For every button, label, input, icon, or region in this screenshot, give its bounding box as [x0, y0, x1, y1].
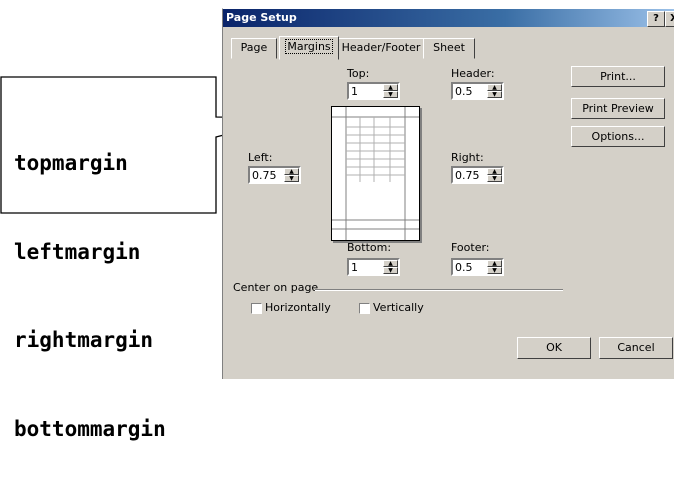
footer-margin-value: 0.5: [455, 261, 473, 274]
right-margin-spinner[interactable]: 0.75 ▲ ▼: [451, 166, 504, 184]
header-margin-spinner[interactable]: 0.5 ▲ ▼: [451, 82, 504, 100]
print-button[interactable]: Print...: [571, 66, 665, 87]
callout-line: rightmargin: [14, 328, 154, 352]
spin-down-icon[interactable]: ▼: [383, 91, 398, 98]
tab-margins[interactable]: Margins: [279, 36, 339, 60]
spin-up-icon[interactable]: ▲: [487, 168, 502, 175]
center-on-page-label: Center on page: [233, 281, 319, 294]
vertically-label[interactable]: Vertically: [373, 301, 424, 314]
callout-line: bottommargin: [14, 416, 166, 441]
bottom-margin-value: 1: [351, 261, 358, 274]
left-margin-value: 0.75: [252, 169, 277, 182]
bottom-label: Bottom:: [347, 241, 392, 254]
bottom-margin-spinner[interactable]: 1 ▲ ▼: [347, 258, 400, 276]
header-margin-value: 0.5: [455, 85, 473, 98]
spin-down-icon[interactable]: ▼: [487, 267, 502, 274]
tab-label: Header/Footer: [341, 41, 421, 54]
vertically-checkbox[interactable]: [359, 303, 370, 314]
callout-line: topmargin: [14, 151, 128, 175]
page-setup-dialog: Page Setup ? X Page Margins Header/Foote…: [222, 8, 674, 379]
tab-label: Page: [240, 41, 268, 54]
header-label: Header:: [451, 67, 495, 80]
left-label: Left:: [248, 151, 273, 164]
spin-down-icon[interactable]: ▼: [284, 175, 299, 182]
footer-label: Footer:: [451, 241, 490, 254]
ok-button[interactable]: OK: [517, 337, 591, 359]
page-preview: [331, 106, 420, 241]
top-label: Top:: [347, 67, 370, 80]
print-preview-button[interactable]: Print Preview: [571, 98, 665, 119]
spin-down-icon[interactable]: ▼: [383, 267, 398, 274]
cancel-button[interactable]: Cancel: [599, 337, 673, 359]
right-label: Right:: [451, 151, 484, 164]
spin-down-icon[interactable]: ▼: [487, 91, 502, 98]
tab-header-footer[interactable]: Header/Footer: [337, 38, 425, 59]
horizontally-label[interactable]: Horizontally: [265, 301, 331, 314]
left-margin-spinner[interactable]: 0.75 ▲ ▼: [248, 166, 301, 184]
close-button[interactable]: X: [665, 11, 674, 27]
top-margin-spinner[interactable]: 1 ▲ ▼: [347, 82, 400, 100]
spin-up-icon[interactable]: ▲: [487, 84, 502, 91]
help-button[interactable]: ?: [647, 11, 665, 27]
title-bar: Page Setup ? X: [223, 9, 674, 27]
tab-page[interactable]: Page: [231, 38, 277, 59]
group-separator: [315, 289, 563, 291]
top-margin-value: 1: [351, 85, 358, 98]
options-button[interactable]: Options...: [571, 126, 665, 147]
spin-up-icon[interactable]: ▲: [284, 168, 299, 175]
tab-label: Margins: [285, 39, 333, 54]
dialog-title: Page Setup: [226, 11, 297, 24]
tab-label: Sheet: [433, 41, 465, 54]
spin-down-icon[interactable]: ▼: [487, 175, 502, 182]
tab-sheet[interactable]: Sheet: [423, 38, 475, 59]
horizontally-checkbox[interactable]: [251, 303, 262, 314]
callout-text: topmargin leftmargin rightmargin bottomm…: [14, 90, 166, 503]
footer-margin-spinner[interactable]: 0.5 ▲ ▼: [451, 258, 504, 276]
spin-up-icon[interactable]: ▲: [383, 260, 398, 267]
right-margin-value: 0.75: [455, 169, 480, 182]
spin-up-icon[interactable]: ▲: [383, 84, 398, 91]
callout-line: leftmargin: [14, 239, 141, 264]
spin-up-icon[interactable]: ▲: [487, 260, 502, 267]
page-preview-graphic: [332, 107, 419, 240]
